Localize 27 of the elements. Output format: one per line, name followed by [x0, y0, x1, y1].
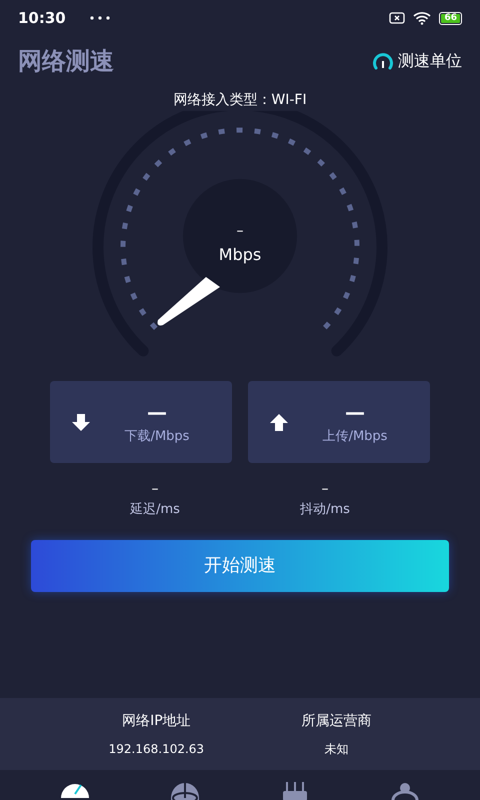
- gauge-icon: [372, 51, 394, 71]
- info-label: 网络IP地址: [122, 712, 191, 730]
- metric-value: –: [151, 480, 158, 499]
- metric-value: –: [321, 480, 328, 499]
- more-icon: [90, 16, 110, 20]
- gauge-unit: Mbps: [218, 244, 262, 266]
- gauge-needle: [158, 277, 220, 326]
- info-label: 所属运营商: [301, 712, 372, 730]
- page-title: 网络测速: [18, 46, 114, 77]
- metric-label: 抖动/ms: [300, 501, 350, 519]
- metric-label: 延迟/ms: [130, 501, 180, 519]
- download-arrow-icon: [70, 412, 92, 432]
- sim-icon: [389, 12, 406, 24]
- status-time: 10:30: [18, 8, 66, 29]
- download-value: —: [147, 399, 167, 426]
- info-value: 192.168.102.63: [108, 740, 204, 758]
- network-type: 网络接入类型：WI-FI: [172, 91, 308, 110]
- upload-label: 上传/Mbps: [322, 428, 388, 446]
- download-label: 下载/Mbps: [124, 428, 190, 446]
- upload-arrow-icon: [268, 412, 290, 432]
- gauge-value: –: [236, 222, 244, 241]
- start-test-button[interactable]: 开始测速: [31, 540, 449, 592]
- battery-level: 66: [441, 14, 460, 22]
- unit-button[interactable]: 测速单位: [372, 49, 462, 73]
- upload-value: —: [345, 399, 365, 426]
- info-value: 未知: [324, 740, 348, 758]
- wifi-icon: [413, 11, 432, 25]
